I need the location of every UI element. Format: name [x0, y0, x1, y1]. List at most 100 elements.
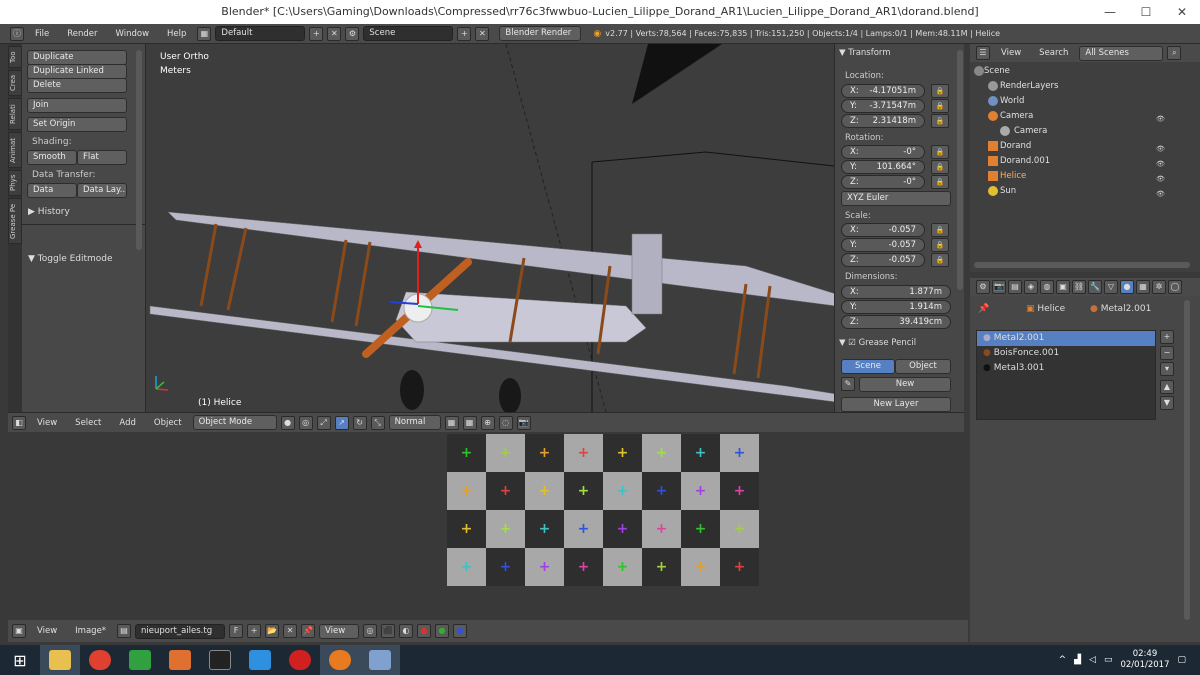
toolshelf-scrollbar[interactable] — [136, 50, 142, 250]
taskbar-blender[interactable] — [320, 645, 360, 675]
scene-field[interactable]: Scene — [363, 26, 454, 41]
duplicate-linked-button[interactable]: Duplicate Linked — [27, 64, 127, 79]
material-slot-item[interactable]: ● Metal3.001 — [977, 361, 1155, 376]
lock-icon[interactable]: 🔒 — [931, 145, 949, 159]
world-tab-icon[interactable]: ◍ — [1040, 280, 1054, 294]
menu-image[interactable]: Image* — [68, 626, 113, 636]
tab-tools[interactable]: Too — [8, 46, 22, 68]
lock-icon[interactable]: 🔒 — [931, 84, 949, 98]
join-button[interactable]: Join — [27, 98, 127, 113]
remove-image-icon[interactable]: ✕ — [283, 624, 298, 638]
rotation-y-field[interactable]: Y: 101.664° — [841, 160, 925, 174]
channel-icon[interactable]: ◐ — [399, 624, 414, 638]
render-tab-icon[interactable]: 📷 — [992, 280, 1006, 294]
object-tab-icon[interactable]: ▣ — [1056, 280, 1070, 294]
clock[interactable]: 02:49 02/01/2017 — [1120, 649, 1169, 671]
image-name-field[interactable]: nieuport_ailes.tg — [135, 623, 226, 639]
image-editor[interactable]: + + + + + + + + + + + + + + + + + + + + + + + + + + + + + + + + — [8, 432, 964, 620]
mode-select[interactable]: Object Mode — [192, 415, 277, 430]
transform-header[interactable]: ▼ Transform — [839, 48, 891, 58]
rotation-z-field[interactable]: Z: -0° — [841, 175, 925, 189]
lock-icon[interactable]: 🔒 — [931, 238, 949, 252]
taskbar-download[interactable] — [280, 645, 320, 675]
render-icon[interactable]: 📷 — [516, 415, 531, 430]
chevron-up-icon[interactable]: ^ — [1059, 655, 1067, 665]
pivot-icon[interactable]: ◎ — [298, 415, 313, 430]
lock-icon[interactable]: 🔒 — [931, 223, 949, 237]
taskbar-chrome[interactable] — [80, 645, 120, 675]
rotate-icon[interactable]: ↻ — [352, 415, 367, 430]
menu-add[interactable]: Add — [112, 418, 142, 428]
rotation-x-field[interactable]: X: -0° — [841, 145, 925, 159]
lock-icon[interactable]: 🔒 — [931, 114, 949, 128]
image-browse-icon[interactable]: ▤ — [117, 624, 132, 638]
layers-icon[interactable]: ▦ — [462, 415, 477, 430]
material-tab-icon[interactable]: ● — [1120, 280, 1134, 294]
snap-icon[interactable]: ⊕ — [480, 415, 495, 430]
screen-layout-icon[interactable]: ▦ — [197, 26, 212, 41]
tab-animation[interactable]: Animat — [8, 132, 22, 168]
location-x-field[interactable]: X: -4.17051m — [841, 84, 925, 98]
grease-pencil-header[interactable]: ▼ ☑ Grease Pencil — [839, 338, 916, 348]
layout-field[interactable]: Default — [215, 26, 306, 41]
fake-user-button[interactable]: F — [229, 624, 244, 638]
taskbar-film[interactable] — [200, 645, 240, 675]
taskbar-paint[interactable] — [360, 645, 400, 675]
lock-icon[interactable]: 🔒 — [931, 253, 949, 267]
proportional-icon[interactable]: ◌ — [498, 415, 513, 430]
location-y-field[interactable]: Y: -3.71547m — [841, 99, 925, 113]
add-slot-icon[interactable]: + — [1160, 330, 1174, 344]
layers-tab-icon[interactable]: ▤ — [1008, 280, 1022, 294]
smooth-button[interactable]: Smooth — [27, 150, 77, 165]
particles-tab-icon[interactable]: ✲ — [1152, 280, 1166, 294]
minimize-button[interactable]: — — [1092, 0, 1128, 24]
3d-viewport[interactable]: User Ortho Meters (1) Helice — [146, 44, 834, 412]
outliner-scrollbar[interactable] — [974, 262, 1190, 268]
taskbar-explorer[interactable] — [40, 645, 80, 675]
pencil-icon[interactable]: ✎ — [841, 377, 855, 391]
editor-type-icon[interactable]: ☰ — [976, 46, 990, 60]
render-engine-select[interactable]: Blender Render — [499, 26, 582, 41]
open-image-icon[interactable]: 📂 — [265, 624, 280, 638]
menu-select[interactable]: Select — [68, 418, 108, 428]
tab-create[interactable]: Crea — [8, 70, 22, 96]
lock-icon[interactable]: 🔒 — [931, 175, 949, 189]
taskbar-media[interactable] — [160, 645, 200, 675]
scale-y-field[interactable]: Y: -0.057 — [841, 238, 925, 252]
lock-icon[interactable]: 🔒 — [931, 99, 949, 113]
scale-x-field[interactable]: X: -0.057 — [841, 223, 925, 237]
outliner-item-camera-data[interactable]: Camera — [970, 124, 1200, 139]
pivot-icon[interactable]: ◎ — [363, 624, 378, 638]
layers-icon[interactable]: ▦ — [444, 415, 459, 430]
checkbox-icon[interactable]: ☑ — [848, 338, 858, 348]
constraints-tab-icon[interactable]: ⛓ — [1072, 280, 1086, 294]
gp-new-layer-button[interactable]: New Layer — [841, 397, 951, 412]
info-editor-icon[interactable]: ⓘ — [10, 26, 24, 41]
menu-view[interactable]: View — [30, 626, 64, 636]
search-icon[interactable]: ⌕ — [1167, 46, 1182, 60]
physics-tab-icon[interactable]: ◯ — [1168, 280, 1182, 294]
flat-button[interactable]: Flat — [77, 150, 127, 165]
menu-file[interactable]: File — [28, 29, 56, 39]
properties-scrollbar[interactable] — [1184, 300, 1190, 620]
tab-grease-pencil[interactable]: Grease Pe — [8, 198, 22, 244]
blue-channel-icon[interactable]: ● — [453, 624, 468, 638]
outliner-item-scene[interactable]: Scene — [970, 64, 1200, 79]
editor-type-icon[interactable]: ⚙ — [976, 280, 990, 294]
eye-icon[interactable]: 👁 — [1156, 187, 1165, 202]
location-z-field[interactable]: Z: 2.31418m — [841, 114, 925, 128]
texture-tab-icon[interactable]: ▦ — [1136, 280, 1150, 294]
dimension-x-field[interactable]: X: 1.877m — [841, 285, 951, 299]
network-icon[interactable]: ▟ — [1074, 655, 1081, 665]
keyboard-icon[interactable]: ▭ — [1104, 655, 1113, 665]
alpha-icon[interactable]: ⬛ — [381, 624, 396, 638]
pin-icon[interactable]: 📌 — [301, 624, 316, 638]
data-button[interactable]: Data — [27, 183, 77, 198]
editor-type-icon[interactable]: ◧ — [12, 415, 26, 430]
add-layout-icon[interactable]: + — [309, 26, 324, 41]
close-button[interactable]: ✕ — [1164, 0, 1200, 24]
rotation-mode-select[interactable]: XYZ Euler — [841, 191, 951, 206]
menu-view[interactable]: View — [994, 48, 1028, 58]
menu-view[interactable]: View — [30, 418, 64, 428]
remove-scene-icon[interactable]: ✕ — [475, 26, 490, 41]
